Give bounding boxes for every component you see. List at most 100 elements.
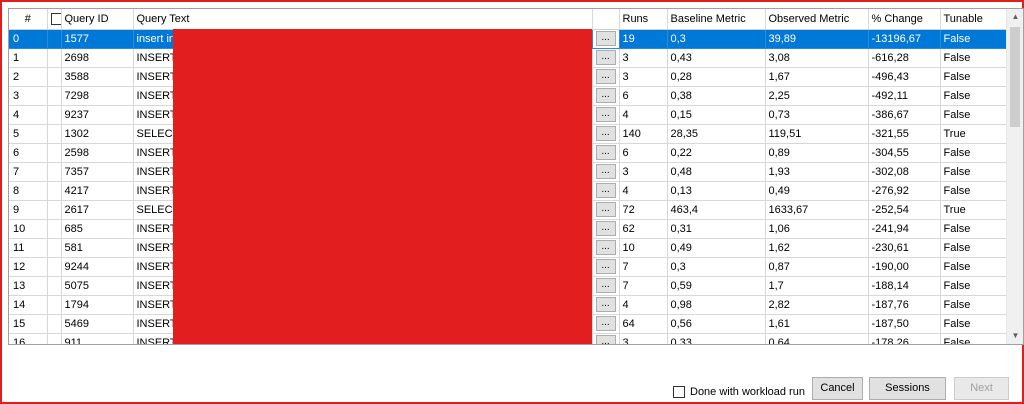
pct-change-cell[interactable]: -13196,67 [868, 29, 941, 49]
row-number[interactable]: 10 [9, 219, 48, 239]
runs-cell[interactable]: 7 [619, 257, 668, 277]
row-select-cell[interactable] [47, 257, 62, 277]
observed-metric-cell[interactable]: 1633,67 [765, 200, 869, 220]
expand-cell[interactable]: ... [592, 162, 620, 182]
pct-change-cell[interactable]: -241,94 [868, 219, 941, 239]
done-with-workload-run-toggle[interactable]: Done with workload run [673, 385, 805, 399]
observed-metric-cell[interactable]: 0,87 [765, 257, 869, 277]
next-button[interactable]: Next [954, 377, 1009, 400]
row-number[interactable]: 15 [9, 314, 48, 334]
expand-query-button[interactable]: ... [595, 69, 616, 84]
row-number[interactable]: 9 [9, 200, 48, 220]
col-header-query-id[interactable]: Query ID [61, 9, 134, 30]
baseline-metric-cell[interactable]: 463,4 [667, 200, 766, 220]
observed-metric-cell[interactable]: 3,08 [765, 48, 869, 68]
col-header-runs[interactable]: Runs [619, 9, 668, 30]
baseline-metric-cell[interactable]: 0,15 [667, 105, 766, 125]
row-number[interactable]: 13 [9, 276, 48, 296]
tunable-cell[interactable]: False [940, 86, 1008, 106]
baseline-metric-cell[interactable]: 0,28 [667, 67, 766, 87]
observed-metric-cell[interactable]: 1,7 [765, 276, 869, 296]
query-id-cell[interactable]: 2698 [61, 48, 134, 68]
cancel-button[interactable]: Cancel [812, 377, 863, 400]
row-select-cell[interactable] [47, 105, 62, 125]
row-select-cell[interactable] [47, 219, 62, 239]
tunable-cell[interactable]: False [940, 314, 1008, 334]
expand-cell[interactable]: ... [592, 29, 620, 49]
expand-query-button[interactable]: ... [595, 335, 616, 344]
query-id-cell[interactable]: 5469 [61, 314, 134, 334]
expand-cell[interactable]: ... [592, 48, 620, 68]
row-number[interactable]: 5 [9, 124, 48, 144]
tunable-cell[interactable]: False [940, 143, 1008, 163]
tunable-cell[interactable]: False [940, 48, 1008, 68]
runs-cell[interactable]: 64 [619, 314, 668, 334]
runs-cell[interactable]: 6 [619, 86, 668, 106]
expand-query-button[interactable]: ... [595, 278, 616, 293]
pct-change-cell[interactable]: -178,26 [868, 333, 941, 344]
runs-cell[interactable]: 72 [619, 200, 668, 220]
sessions-button[interactable]: Sessions [869, 377, 946, 400]
tunable-cell[interactable]: False [940, 67, 1008, 87]
expand-query-button[interactable]: ... [595, 316, 616, 331]
runs-cell[interactable]: 140 [619, 124, 668, 144]
pct-change-cell[interactable]: -386,67 [868, 105, 941, 125]
tunable-cell[interactable]: False [940, 105, 1008, 125]
baseline-metric-cell[interactable]: 0,56 [667, 314, 766, 334]
baseline-metric-cell[interactable]: 0,31 [667, 219, 766, 239]
observed-metric-cell[interactable]: 1,93 [765, 162, 869, 182]
tunable-cell[interactable]: False [940, 333, 1008, 344]
scroll-down-icon[interactable]: ▼ [1007, 328, 1023, 344]
expand-cell[interactable]: ... [592, 295, 620, 315]
row-select-cell[interactable] [47, 29, 62, 49]
expand-query-button[interactable]: ... [595, 164, 616, 179]
observed-metric-cell[interactable]: 119,51 [765, 124, 869, 144]
row-select-cell[interactable] [47, 181, 62, 201]
col-header-observed-metric[interactable]: Observed Metric [765, 9, 869, 30]
row-number[interactable]: 11 [9, 238, 48, 258]
query-id-cell[interactable]: 2617 [61, 200, 134, 220]
row-select-cell[interactable] [47, 314, 62, 334]
baseline-metric-cell[interactable]: 0,33 [667, 333, 766, 344]
tunable-cell[interactable]: False [940, 276, 1008, 296]
pct-change-cell[interactable]: -304,55 [868, 143, 941, 163]
expand-cell[interactable]: ... [592, 314, 620, 334]
vertical-scrollbar[interactable]: ▲ ▼ [1006, 9, 1023, 344]
expand-cell[interactable]: ... [592, 86, 620, 106]
pct-change-cell[interactable]: -187,50 [868, 314, 941, 334]
tunable-cell[interactable]: False [940, 181, 1008, 201]
baseline-metric-cell[interactable]: 0,38 [667, 86, 766, 106]
observed-metric-cell[interactable]: 0,89 [765, 143, 869, 163]
expand-cell[interactable]: ... [592, 276, 620, 296]
row-number[interactable]: 7 [9, 162, 48, 182]
select-all-checkbox[interactable] [50, 12, 60, 25]
baseline-metric-cell[interactable]: 0,59 [667, 276, 766, 296]
row-number[interactable]: 3 [9, 86, 48, 106]
query-id-cell[interactable]: 911 [61, 333, 134, 344]
runs-cell[interactable]: 4 [619, 295, 668, 315]
baseline-metric-cell[interactable]: 0,3 [667, 29, 766, 49]
runs-cell[interactable]: 7 [619, 276, 668, 296]
row-number[interactable]: 14 [9, 295, 48, 315]
query-id-cell[interactable]: 1302 [61, 124, 134, 144]
runs-cell[interactable]: 19 [619, 29, 668, 49]
query-id-cell[interactable]: 7357 [61, 162, 134, 182]
done-with-workload-run-checkbox[interactable] [673, 386, 685, 398]
query-id-cell[interactable]: 5075 [61, 276, 134, 296]
query-id-cell[interactable]: 581 [61, 238, 134, 258]
observed-metric-cell[interactable]: 1,67 [765, 67, 869, 87]
runs-cell[interactable]: 4 [619, 105, 668, 125]
observed-metric-cell[interactable]: 1,06 [765, 219, 869, 239]
query-id-cell[interactable]: 9237 [61, 105, 134, 125]
select-all-cell[interactable] [47, 9, 62, 30]
row-select-cell[interactable] [47, 295, 62, 315]
row-number[interactable]: 16 [9, 333, 48, 344]
col-header-baseline-metric[interactable]: Baseline Metric [667, 9, 766, 30]
expand-query-button[interactable]: ... [595, 183, 616, 198]
baseline-metric-cell[interactable]: 0,22 [667, 143, 766, 163]
expand-query-button[interactable]: ... [595, 202, 616, 217]
observed-metric-cell[interactable]: 0,64 [765, 333, 869, 344]
expand-cell[interactable]: ... [592, 333, 620, 344]
row-number[interactable]: 2 [9, 67, 48, 87]
tunable-cell[interactable]: False [940, 162, 1008, 182]
